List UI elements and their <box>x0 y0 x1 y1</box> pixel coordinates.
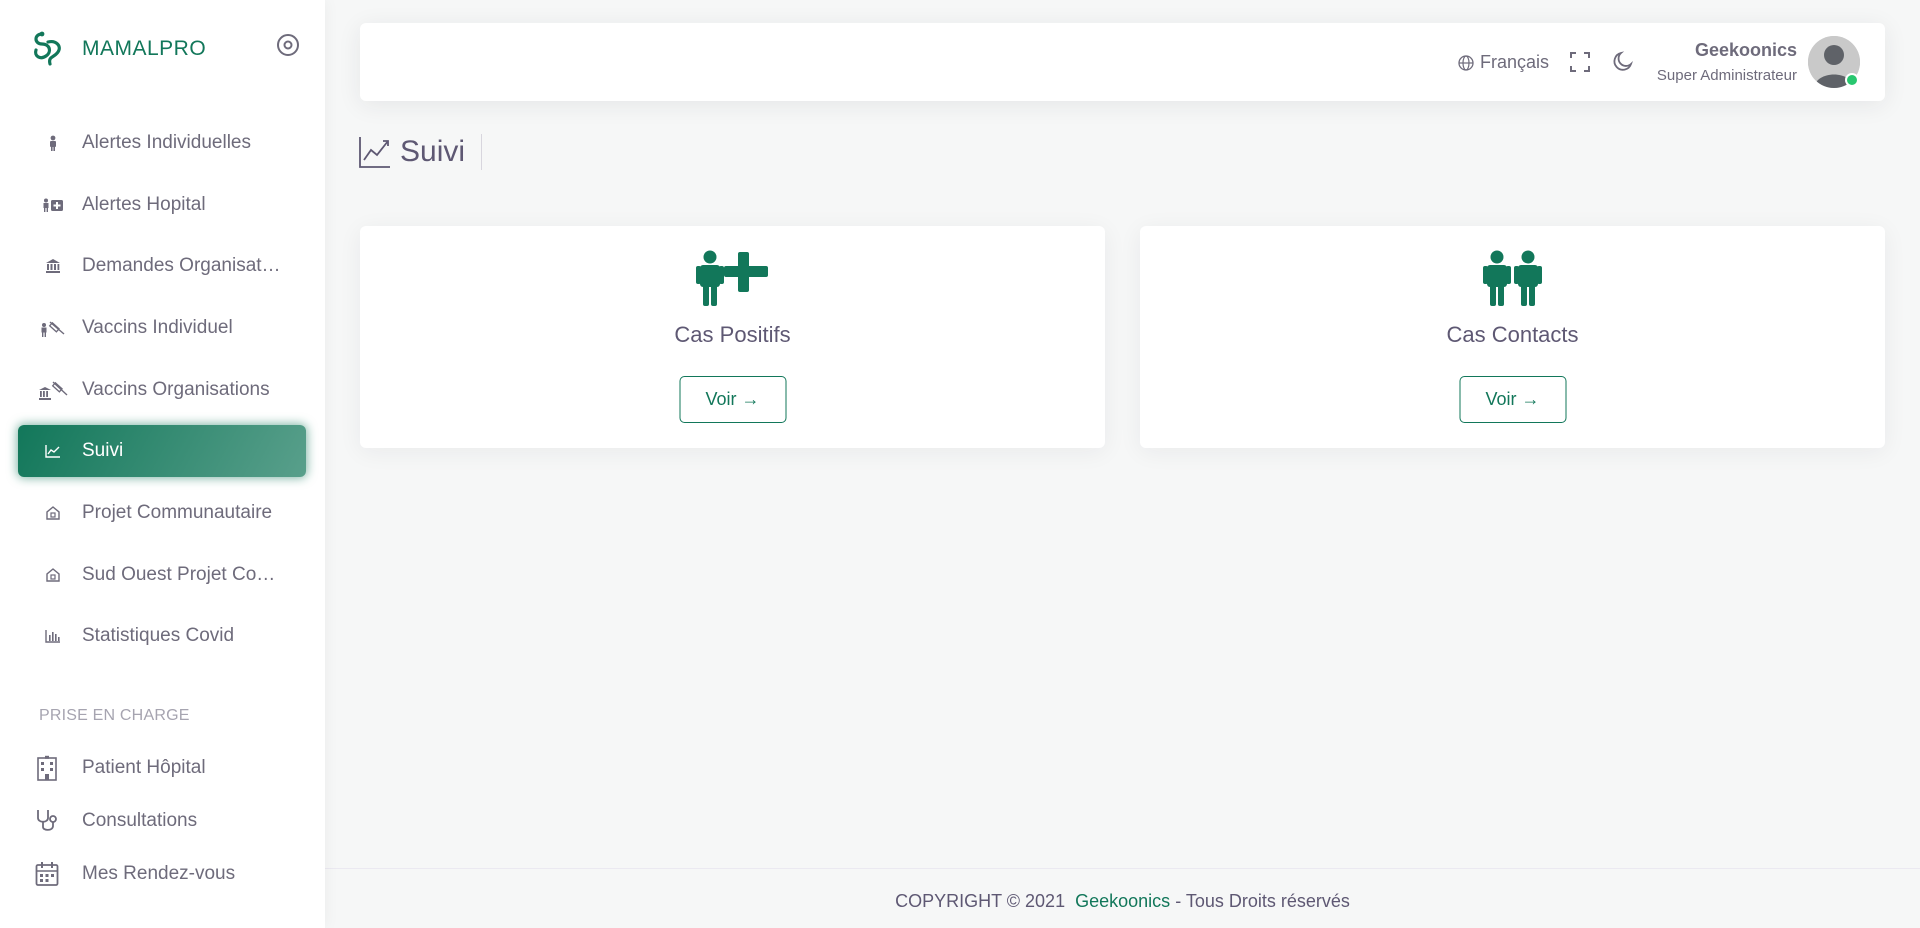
copyright-text: COPYRIGHT © 2021 <box>895 891 1066 911</box>
logo-icon <box>34 31 61 66</box>
card-title: Cas Positifs <box>674 322 791 347</box>
sidebar-item-consultations[interactable]: Consultations <box>34 808 197 834</box>
sidebar-item-suivi[interactable]: Suivi <box>18 425 306 477</box>
page-title: Suivi <box>400 134 483 170</box>
sidebar-item-label: Vaccins Individuel <box>82 317 233 338</box>
sidebar-item-alertes-individuelles[interactable]: Alertes Individuelles <box>18 117 306 169</box>
sidebar-item-label: Patient Hôpital <box>82 757 206 778</box>
sidebar-item-vaccins-organisations[interactable]: Vaccins Organisations <box>18 364 306 416</box>
brand[interactable]: MAMALPRO <box>30 30 206 68</box>
two-persons-icon <box>1482 250 1542 306</box>
language-dropdown[interactable]: Français <box>1458 52 1549 73</box>
home-icon <box>38 565 68 585</box>
user-info[interactable]: Geekoonics Super Administrateur <box>1657 40 1797 84</box>
line-chart-icon <box>359 137 390 168</box>
rights-text: - Tous Droits réservés <box>1175 891 1350 911</box>
sidebar-item-mes-rendez-vous[interactable]: Mes Rendez-vous <box>34 861 235 887</box>
user-role: Super Administrateur <box>1656 67 1797 84</box>
person-hospital-icon <box>38 195 68 215</box>
card-title: Cas Contacts <box>1446 322 1579 347</box>
fullscreen-icon[interactable] <box>1568 50 1592 74</box>
sidebar-item-alertes-hopital[interactable]: Alertes Hopital <box>18 179 306 231</box>
sidebar-item-label: Statistiques Covid <box>82 625 235 646</box>
sidebar-item-label: Suivi <box>82 440 124 461</box>
online-status-dot <box>1845 73 1859 87</box>
brand-name: MAMALPRO <box>82 37 207 60</box>
bar-chart-icon <box>38 626 68 646</box>
card-cas-positifs: Cas Positifs Voir → <box>360 226 1105 448</box>
top-navbar: Français Geekoonics Super Administrateur <box>360 23 1885 101</box>
section-title-prise-en-charge: PRISE EN CHARGE <box>39 707 190 724</box>
moon-icon[interactable] <box>1611 50 1635 74</box>
sidebar-item-label: Alertes Individuelles <box>82 132 251 153</box>
person-syringe-icon <box>38 318 68 338</box>
company-link[interactable]: Geekoonics <box>1075 891 1170 911</box>
sidebar-item-label: Vaccins Organisations <box>82 379 270 400</box>
card-cas-contacts: Cas Contacts Voir → <box>1140 226 1885 448</box>
voir-button[interactable]: Voir → <box>1459 376 1566 423</box>
line-chart-icon <box>38 441 68 461</box>
calendar-icon <box>34 861 60 887</box>
voir-button[interactable]: Voir → <box>679 376 786 423</box>
sidebar-item-statistiques-covid[interactable]: Statistiques Covid <box>18 610 306 662</box>
sidebar-item-vaccins-individuel[interactable]: Vaccins Individuel <box>18 302 306 354</box>
bank-syringe-icon <box>38 380 68 400</box>
sidebar-item-demandes-organisations[interactable]: Demandes Organisat… <box>18 240 306 292</box>
bank-icon <box>38 256 68 276</box>
user-name: Geekoonics <box>1694 40 1797 60</box>
page-header: Suivi <box>358 134 483 170</box>
sidebar-item-projet-communautaire[interactable]: Projet Communautaire <box>18 487 306 539</box>
person-icon <box>38 133 68 153</box>
building-icon <box>34 755 60 781</box>
sidebar-item-sud-ouest-projet[interactable]: Sud Ouest Projet Co… <box>18 549 306 601</box>
person-plus-icon <box>695 250 768 306</box>
sidebar-item-label: Projet Communautaire <box>82 502 273 523</box>
home-icon <box>38 503 68 523</box>
sidebar-item-patient-hopital[interactable]: Patient Hôpital <box>34 755 206 781</box>
sidebar: MAMALPRO Alertes Individuelles Alertes H… <box>0 0 325 928</box>
language-label: Français <box>1480 52 1550 72</box>
sidebar-item-label: Alertes Hopital <box>82 194 206 215</box>
sidebar-item-label: Demandes Organisat… <box>82 255 281 276</box>
globe-icon <box>1458 54 1474 71</box>
sidebar-toggle-icon[interactable] <box>276 33 300 57</box>
sidebar-item-label: Mes Rendez-vous <box>82 863 236 884</box>
sidebar-item-label: Consultations <box>82 810 198 831</box>
sidebar-item-label: Sud Ouest Projet Co… <box>82 564 276 585</box>
stethoscope-icon <box>34 808 60 834</box>
footer: COPYRIGHT © 2021 Geekoonics - Tous Droit… <box>325 868 1920 928</box>
